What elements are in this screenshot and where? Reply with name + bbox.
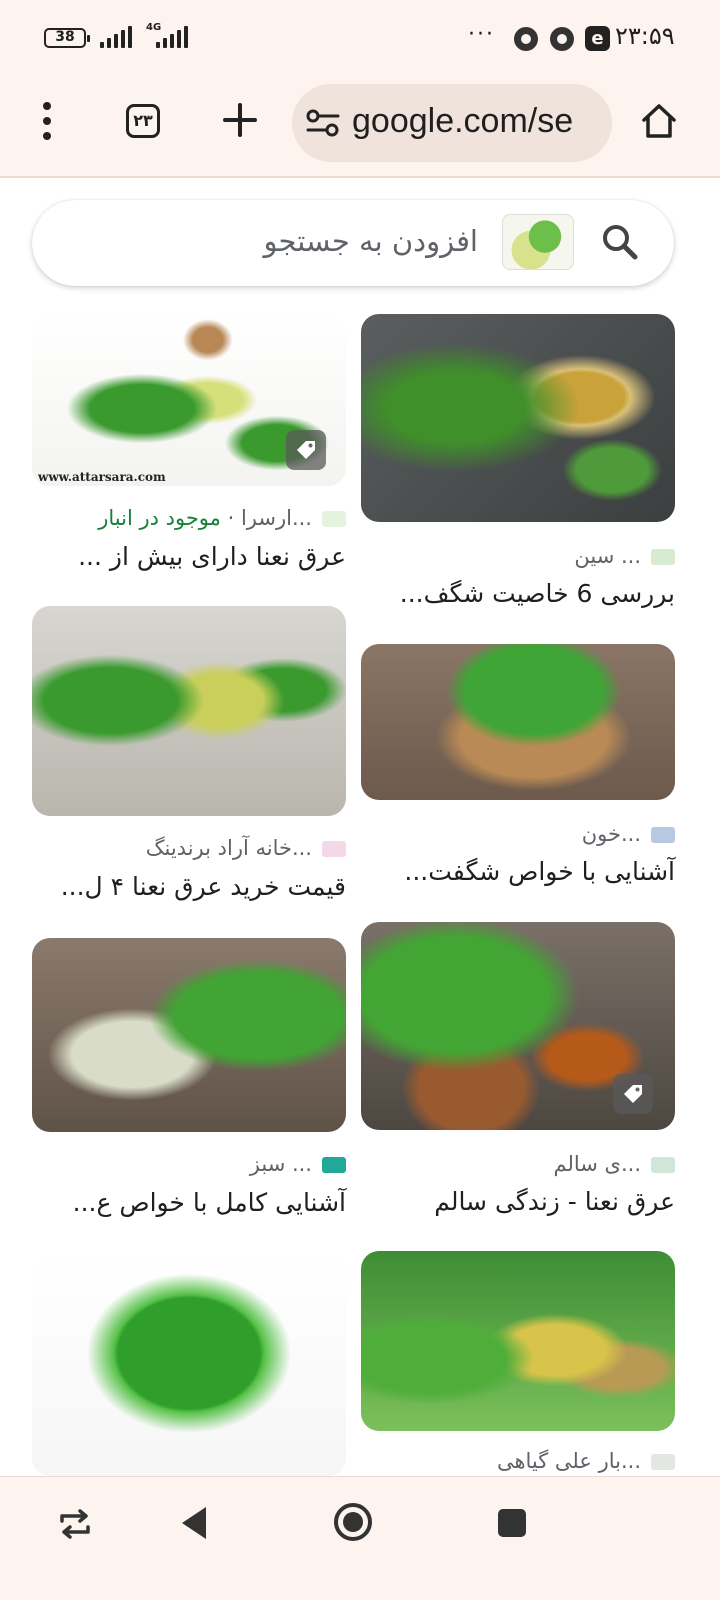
in-stock-label: موجود در انبار: [98, 506, 221, 530]
site-favicon: [651, 827, 675, 843]
image-result-card[interactable]: ... سبز آشنایی کامل با خواص ع...: [32, 938, 346, 1228]
product-tag-badge: [613, 1074, 653, 1114]
site-favicon: [651, 1454, 675, 1470]
site-favicon: [322, 511, 346, 527]
result-title[interactable]: عرق نعنا - زندگی سالم: [434, 1187, 675, 1216]
home-icon[interactable]: [640, 102, 678, 140]
image-result-card[interactable]: ...خون آشنایی با خواص شگفت...: [361, 644, 675, 894]
result-source: ... سین: [574, 544, 675, 568]
status-bar: 38 4G ··· e ۲۳:۵۹: [0, 0, 720, 80]
new-tab-icon[interactable]: [220, 100, 260, 140]
result-title[interactable]: آشنایی با خواص شگفت...: [404, 857, 675, 886]
result-image[interactable]: [361, 644, 675, 800]
search-input[interactable]: افزودن به جستجو: [264, 224, 478, 258]
result-title[interactable]: قیمت خرید عرق نعنا ۴ ل...: [61, 872, 346, 901]
product-tag-badge: [286, 430, 326, 470]
signal-icon-2: [156, 26, 188, 48]
site-favicon: [322, 841, 346, 857]
system-navigation-bar: [0, 1476, 720, 1600]
result-source: ...ارسرا · موجود در انبار: [98, 506, 346, 530]
result-image[interactable]: [361, 922, 675, 1130]
result-source: ...ی سالم: [553, 1152, 675, 1176]
result-title[interactable]: آشنایی کامل با خواص ع...: [73, 1188, 346, 1217]
result-source: ...بار علی گیاهی: [497, 1449, 675, 1473]
home-nav-icon[interactable]: [332, 1501, 374, 1543]
url-text[interactable]: google.com/se: [352, 102, 573, 141]
chrome-notification-icon-2: [550, 27, 574, 51]
recents-icon[interactable]: [496, 1507, 528, 1539]
tab-switcher-button[interactable]: ۲۳: [126, 104, 160, 138]
tag-icon: [624, 1085, 642, 1103]
result-source: ...خانه آراد برندینگ: [146, 836, 346, 860]
status-time: ۲۳:۵۹: [615, 22, 675, 50]
site-settings-icon[interactable]: [306, 108, 340, 138]
back-icon[interactable]: [176, 1503, 210, 1543]
search-image-thumbnail[interactable]: [502, 214, 574, 270]
browser-toolbar: ۲۳ google.com/se: [0, 80, 720, 178]
image-result-card[interactable]: www.attarsara.com ...ارسرا · موجود در ان…: [32, 314, 346, 584]
search-refine-box[interactable]: افزودن به جستجو: [32, 200, 674, 286]
search-icon[interactable]: [600, 222, 640, 262]
rotate-screen-icon[interactable]: [56, 1507, 94, 1541]
result-image[interactable]: [32, 938, 346, 1132]
result-source: ... سبز: [250, 1152, 346, 1176]
source-separator: ·: [227, 506, 235, 530]
tag-icon: [297, 441, 315, 459]
image-result-card[interactable]: ...بار علی گیاهی: [361, 1251, 675, 1476]
image-result-card[interactable]: ... سین بررسی 6 خاصیت شگف...: [361, 314, 675, 614]
result-source: ...خون: [582, 822, 675, 846]
site-favicon: [322, 1157, 346, 1173]
image-result-card[interactable]: ...خانه آراد برندینگ قیمت خرید عرق نعنا …: [32, 606, 346, 906]
edge-notification-icon: e: [585, 26, 610, 51]
chrome-notification-icon: [514, 27, 538, 51]
result-image[interactable]: [361, 1251, 675, 1431]
result-image[interactable]: [32, 606, 346, 816]
image-result-card[interactable]: ...ی سالم عرق نعنا - زندگی سالم: [361, 922, 675, 1222]
result-image[interactable]: [32, 1253, 346, 1476]
result-title[interactable]: عرق نعنا دارای بیش از ...: [78, 542, 346, 571]
attarsara-watermark: www.attarsara.com: [38, 470, 166, 484]
result-image[interactable]: www.attarsara.com: [32, 314, 346, 486]
address-bar[interactable]: google.com/se: [292, 84, 612, 162]
more-notifications-icon: ···: [468, 22, 495, 47]
overflow-menu-icon[interactable]: [36, 102, 58, 142]
result-title[interactable]: بررسی 6 خاصیت شگف...: [400, 579, 675, 608]
result-image[interactable]: [361, 314, 675, 522]
battery-icon: 38: [44, 28, 90, 48]
image-result-card[interactable]: [32, 1253, 346, 1476]
site-favicon: [651, 1157, 675, 1173]
signal-icon-1: [100, 26, 132, 48]
site-favicon: [651, 549, 675, 565]
